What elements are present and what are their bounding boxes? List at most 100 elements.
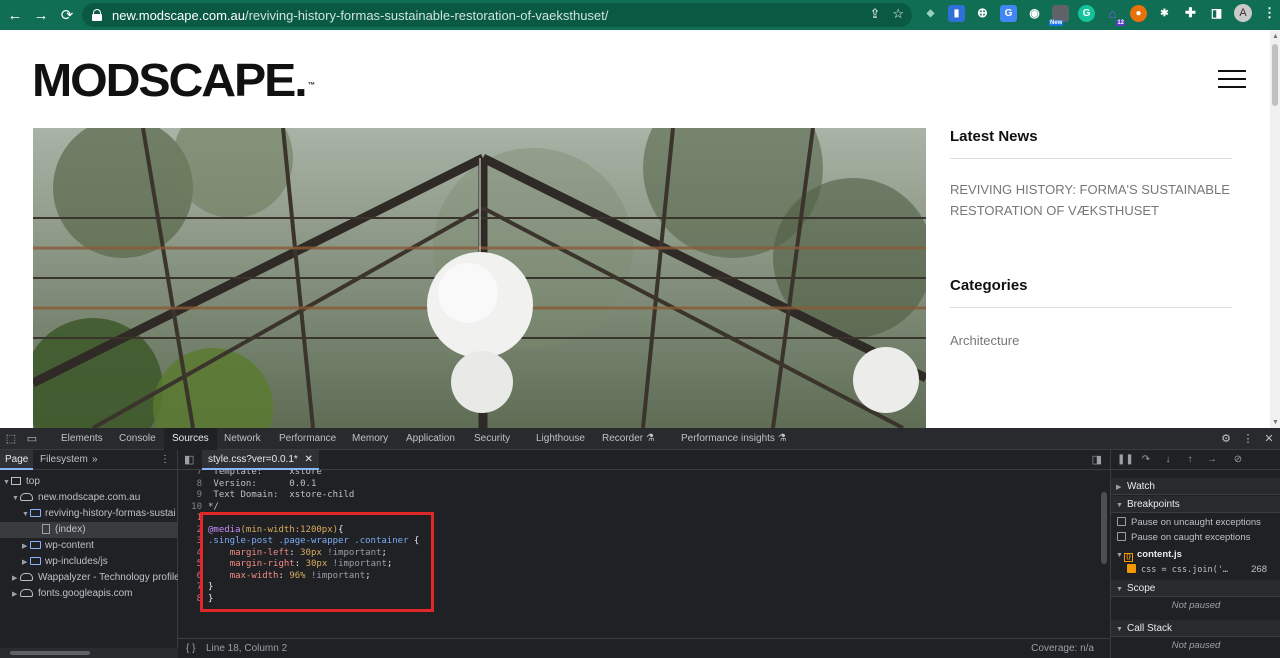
extensions-puzzle-icon[interactable]: ✚ xyxy=(1182,5,1199,22)
breakpoint-file[interactable]: ▼{} content.js xyxy=(1111,548,1280,562)
call-stack-status: Not paused xyxy=(1171,640,1221,651)
lock-icon xyxy=(92,9,102,21)
extension-house-icon[interactable]: ⌂ 12 xyxy=(1104,5,1125,26)
breakpoints-section[interactable]: ▼ Breakpoints xyxy=(1111,496,1280,513)
category-link-architecture[interactable]: Architecture xyxy=(950,330,1235,351)
pretty-print-icon[interactable]: { } xyxy=(186,639,195,658)
step-into-icon[interactable]: ↓ xyxy=(1161,453,1175,467)
toggle-navigator-icon[interactable]: ◧ xyxy=(184,453,194,466)
tree-item-fonts[interactable]: ▶ fonts.googleapis.com xyxy=(0,586,178,602)
pause-uncaught-option[interactable]: Pause on uncaught exceptions xyxy=(1111,516,1280,530)
close-tab-icon[interactable]: ✕ xyxy=(305,454,313,465)
debugger-toolbar: ❚❚ ↷ ↓ ↑ → ⊘ xyxy=(1111,450,1280,470)
collapsed-triangle-icon: ▶ xyxy=(22,543,28,550)
step-over-icon[interactable]: ↷ xyxy=(1139,453,1153,467)
menu-kebab-icon[interactable]: ⋮ xyxy=(1261,5,1278,22)
tree-item-index[interactable]: (index) xyxy=(0,522,178,538)
hamburger-menu-icon[interactable] xyxy=(1218,70,1246,90)
latest-news-heading: Latest News xyxy=(950,128,1038,145)
latest-news-link[interactable]: REVIVING HISTORY: FORMA'S SUSTAINABLE RE… xyxy=(950,179,1235,221)
tree-item-domain[interactable]: ▼ new.modscape.com.au xyxy=(0,490,178,506)
back-icon[interactable]: ← xyxy=(4,4,26,26)
editor-scrollbar[interactable] xyxy=(1098,470,1110,638)
tab-performance-insights[interactable]: Performance insights ⚗ xyxy=(673,428,795,450)
tab-console[interactable]: Console xyxy=(111,428,164,450)
pause-caught-option[interactable]: Pause on caught exceptions xyxy=(1111,531,1280,545)
extensions-bar: ◆ ▮ ⊕ G ◉ New G ⌂ 12 ● ✱ ✚ ◨ A ⋮ xyxy=(922,4,1278,26)
share-icon[interactable]: ⇪ xyxy=(869,6,880,22)
side-panel-icon[interactable]: ◨ xyxy=(1208,5,1225,22)
checkbox[interactable] xyxy=(1117,532,1126,541)
tab-network[interactable]: Network xyxy=(216,428,269,450)
devtools-more-icon[interactable]: ⋮ xyxy=(1241,432,1255,446)
extension-doc-icon[interactable]: ▮ xyxy=(948,4,965,22)
camera-icon[interactable]: ◉ xyxy=(1026,5,1043,22)
toggle-debugger-icon[interactable]: ◨ xyxy=(1092,453,1102,466)
tree-item-wp-includes[interactable]: ▶ wp-includes/js xyxy=(0,554,178,570)
translate-icon[interactable]: G xyxy=(1000,4,1017,22)
scrollbar-thumb[interactable] xyxy=(1272,44,1278,106)
navigator-hscrollbar[interactable] xyxy=(0,648,178,658)
more-tabs-icon[interactable]: » xyxy=(92,450,98,470)
extension-color-icon[interactable]: ● xyxy=(1130,4,1147,22)
extension-leaf-icon[interactable]: ◆ xyxy=(922,4,939,22)
scrollbar-thumb[interactable] xyxy=(10,651,90,655)
scrollbar-thumb[interactable] xyxy=(1101,492,1107,564)
checkbox[interactable] xyxy=(1127,564,1136,573)
devtools-tab-bar: ⬚ ▭ Elements Console Sources Network Per… xyxy=(0,428,1280,450)
site-logo[interactable]: MODSCAPE. ™ xyxy=(32,54,315,106)
tab-elements[interactable]: Elements xyxy=(53,428,111,450)
grammarly-icon[interactable]: G xyxy=(1078,4,1095,22)
coverage-status: Coverage: n/a xyxy=(1031,643,1094,654)
page-scrollbar[interactable]: ▲ ▼ xyxy=(1270,30,1280,428)
inspect-element-icon[interactable]: ⬚ xyxy=(4,432,18,446)
tab-page[interactable]: Page xyxy=(0,450,34,470)
tree-item-wp-content[interactable]: ▶ wp-content xyxy=(0,538,178,554)
tab-security[interactable]: Security xyxy=(466,428,518,450)
scroll-up-arrow-icon[interactable]: ▲ xyxy=(1272,33,1279,40)
address-bar[interactable]: new.modscape.com.au/reviving-history-for… xyxy=(82,3,912,27)
tab-filesystem[interactable]: Filesystem xyxy=(36,450,92,470)
tab-application[interactable]: Application xyxy=(398,428,463,450)
expanded-triangle-icon: ▼ xyxy=(1116,552,1123,559)
tab-memory[interactable]: Memory xyxy=(344,428,396,450)
scroll-down-arrow-icon[interactable]: ▼ xyxy=(1272,419,1279,426)
debugger-sidebar: ❚❚ ↷ ↓ ↑ → ⊘ ▶ Watch ▼ Breakpoints Pause o… xyxy=(1110,450,1280,658)
deactivate-breakpoints-icon[interactable]: ⊘ xyxy=(1231,453,1245,467)
settings-gear-icon[interactable]: ⚙ xyxy=(1219,432,1233,446)
breakpoint-entry[interactable]: css = css.join('… 268 xyxy=(1111,563,1280,577)
navigator-menu-icon[interactable]: ⋮ xyxy=(160,450,170,470)
step-icon[interactable]: → xyxy=(1205,453,1219,467)
scope-section[interactable]: ▼ Scope xyxy=(1111,580,1280,597)
watch-section[interactable]: ▶ Watch xyxy=(1111,478,1280,495)
cloud-icon xyxy=(20,589,33,597)
file-tab-style-css[interactable]: style.css?ver=0.0.1* ✕ xyxy=(202,450,319,470)
tab-recorder[interactable]: Recorder ⚗ xyxy=(594,428,663,450)
reload-icon[interactable]: ⟳ xyxy=(56,4,78,26)
checkbox[interactable] xyxy=(1117,517,1126,526)
device-toolbar-icon[interactable]: ▭ xyxy=(25,432,39,446)
expanded-triangle-icon: ▼ xyxy=(1116,626,1123,633)
globe-icon[interactable]: ⊕ xyxy=(974,5,991,22)
tree-item-top[interactable]: ▼ top xyxy=(0,474,178,490)
call-stack-section[interactable]: ▼ Call Stack xyxy=(1111,620,1280,637)
close-devtools-icon[interactable]: ✕ xyxy=(1262,432,1276,446)
browser-toolbar: ← → ⟳ new.modscape.com.au/reviving-histo… xyxy=(0,0,1280,30)
forward-icon[interactable]: → xyxy=(30,4,52,26)
extension-new-icon[interactable]: New xyxy=(1049,4,1069,26)
tree-item-wappalyzer[interactable]: ▶ Wappalyzer - Technology profiler xyxy=(0,570,178,586)
tree-item-folder[interactable]: ▼ reviving-history-formas-sustai xyxy=(0,506,178,522)
collapsed-triangle-icon: ▶ xyxy=(1116,484,1122,491)
tab-lighthouse[interactable]: Lighthouse xyxy=(528,428,593,450)
tab-sources[interactable]: Sources xyxy=(164,428,217,450)
pause-icon[interactable]: ❚❚ xyxy=(1117,453,1134,467)
bookmark-star-icon[interactable]: ☆ xyxy=(892,6,904,22)
step-out-icon[interactable]: ↑ xyxy=(1183,453,1197,467)
extension-tools-icon[interactable]: ✱ xyxy=(1156,5,1173,22)
frame-icon xyxy=(11,477,21,485)
profile-avatar[interactable]: A xyxy=(1234,4,1252,22)
categories-heading: Categories xyxy=(950,277,1028,294)
tab-performance[interactable]: Performance xyxy=(271,428,344,450)
expanded-triangle-icon: ▼ xyxy=(1116,502,1123,509)
sidebar-divider xyxy=(950,307,1232,308)
